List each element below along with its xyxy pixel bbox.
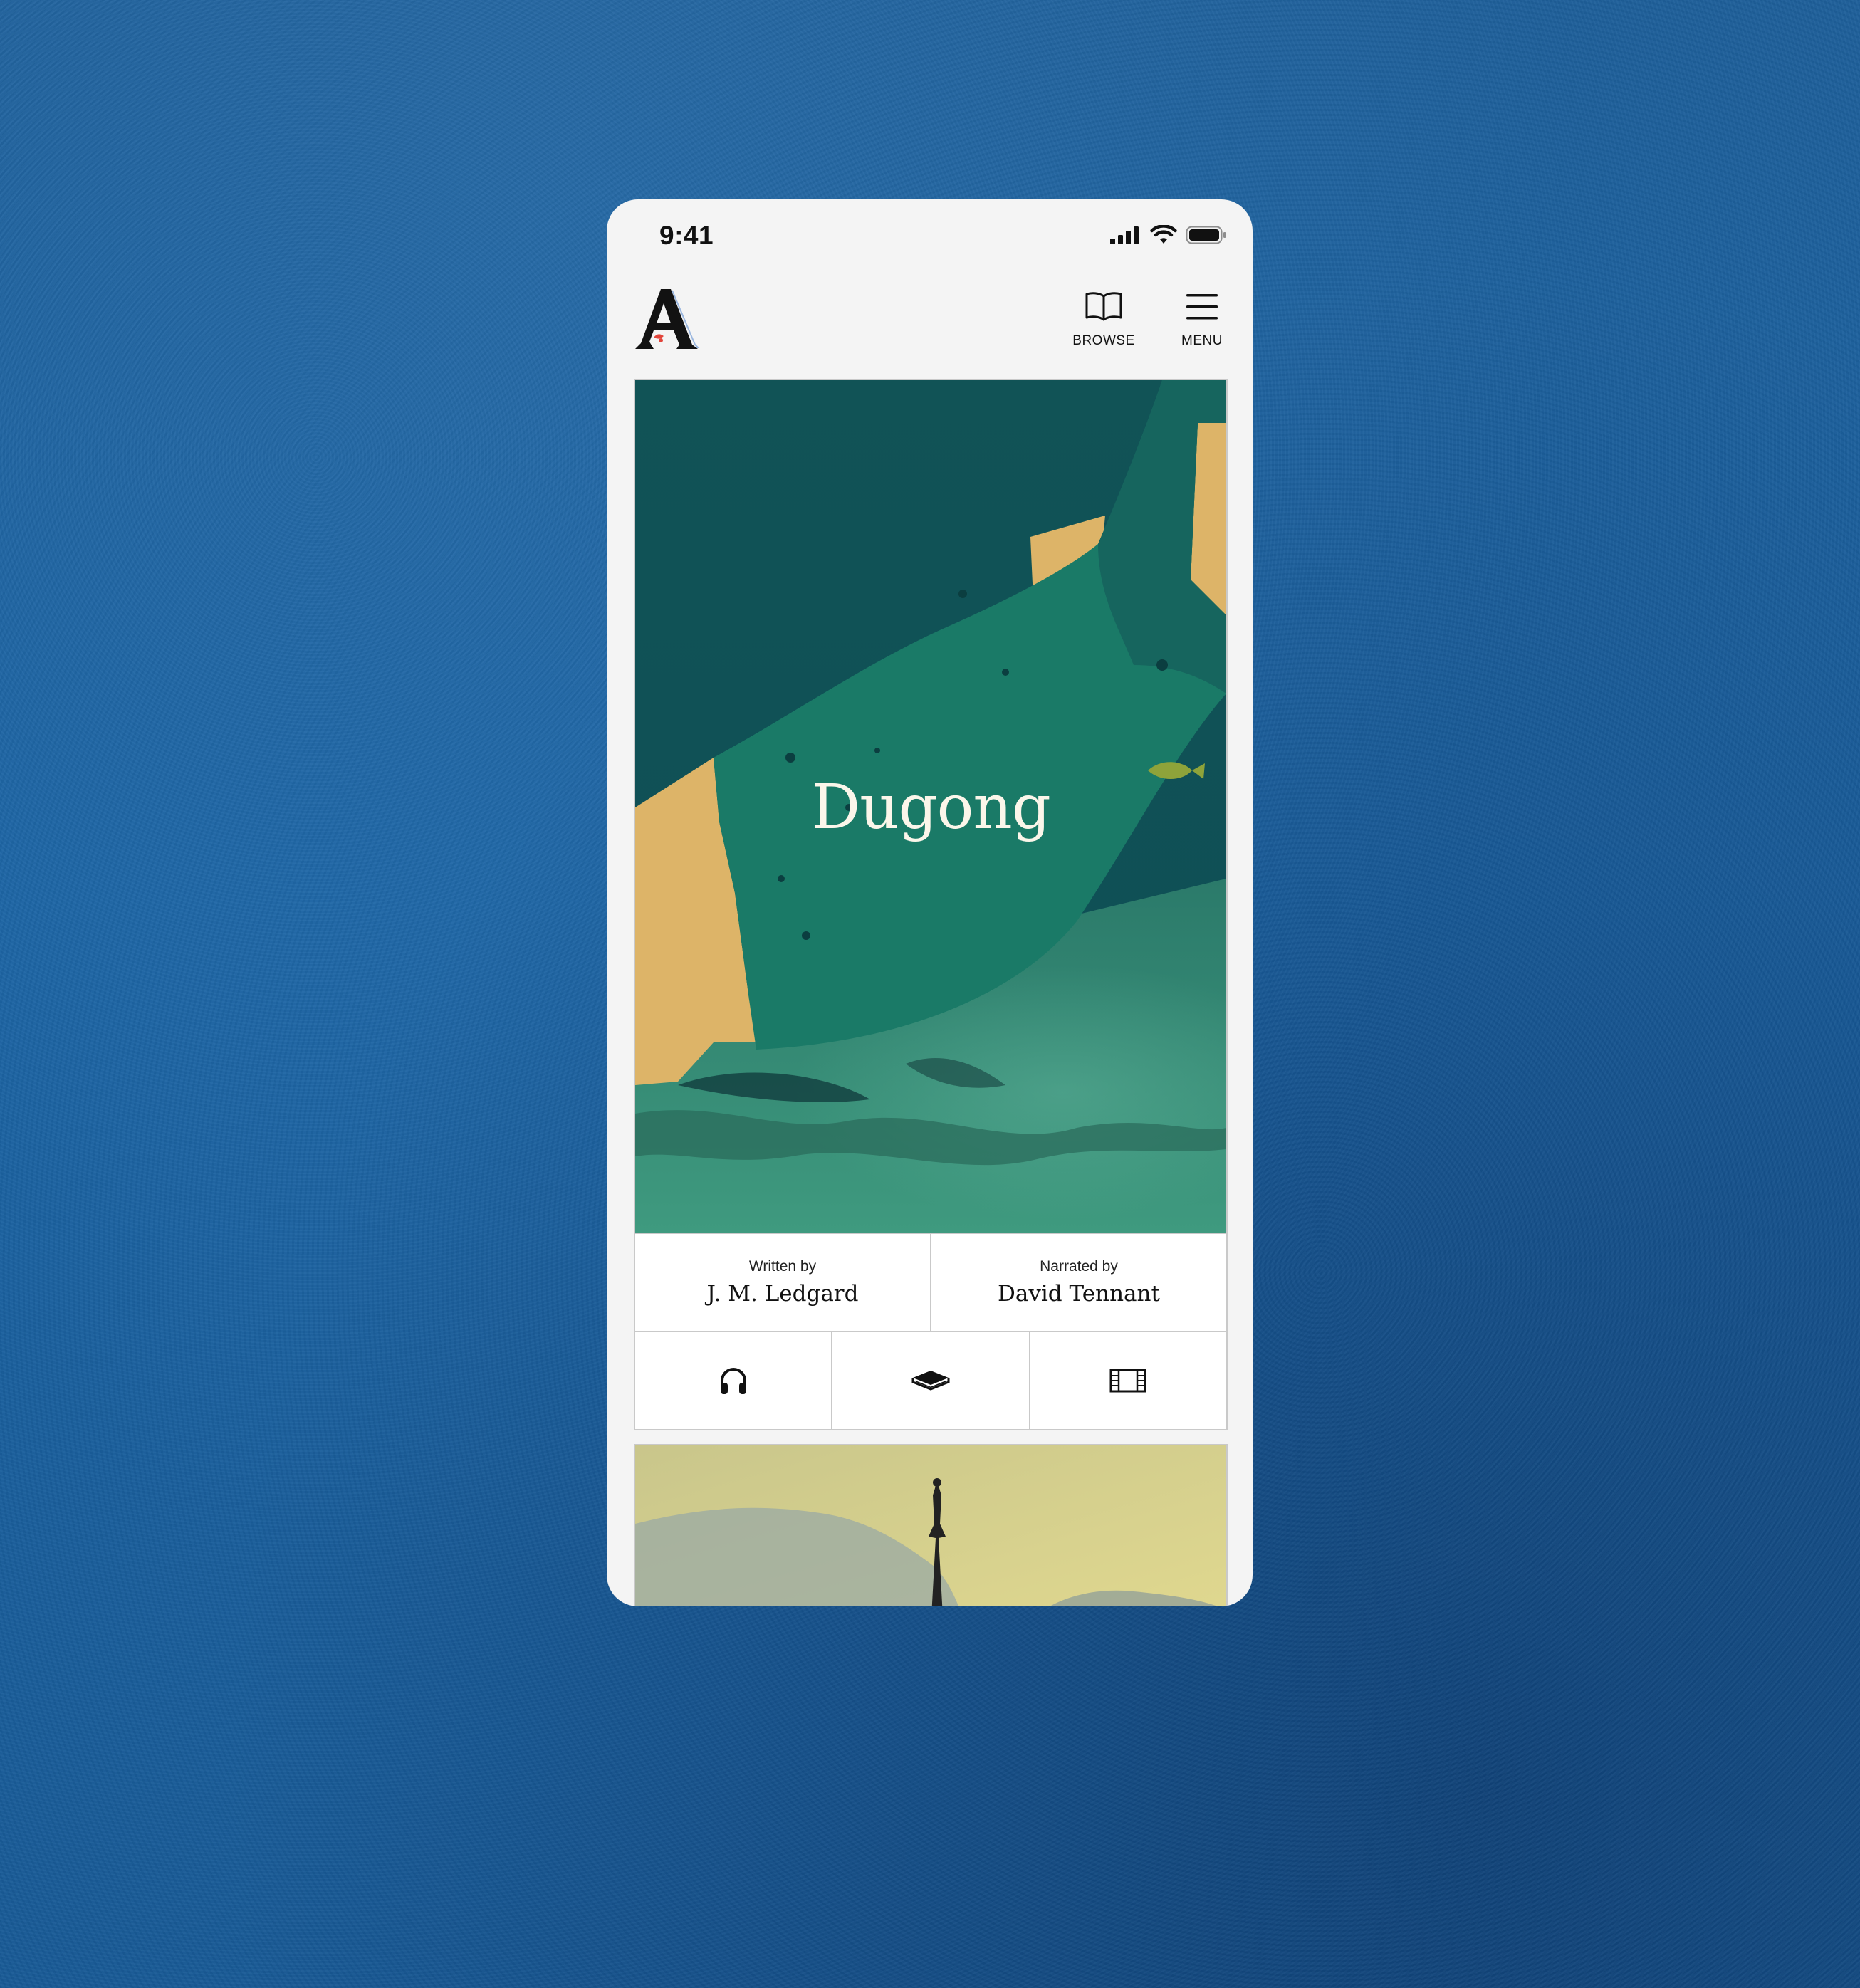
next-story-artwork xyxy=(635,1445,1226,1606)
signal-icon xyxy=(1110,226,1139,244)
status-time: 9:41 xyxy=(659,221,714,250)
format-row xyxy=(635,1331,1226,1429)
book-icon xyxy=(911,1371,950,1391)
cover-artwork[interactable]: Dugong xyxy=(635,380,1226,1233)
narrator-credit[interactable]: Narrated by David Tennant xyxy=(930,1234,1226,1331)
credits-row: Written by J. M. Ledgard Narrated by Dav… xyxy=(635,1233,1226,1331)
app-header: BROWSE MENU xyxy=(607,278,1253,384)
story-title: Dugong xyxy=(811,772,1051,843)
atlantic-a-logo[interactable] xyxy=(632,285,704,356)
next-story-card[interactable] xyxy=(634,1444,1228,1606)
menu-label: MENU xyxy=(1181,333,1223,348)
status-icons xyxy=(1110,225,1227,245)
status-bar: 9:41 xyxy=(607,199,1253,273)
narrated-by-label: Narrated by xyxy=(1040,1258,1118,1275)
wifi-icon xyxy=(1150,225,1177,244)
browse-label: BROWSE xyxy=(1072,333,1135,348)
watch-button[interactable] xyxy=(1028,1332,1226,1429)
open-book-icon xyxy=(1085,292,1122,321)
browse-button[interactable]: BROWSE xyxy=(1068,291,1139,349)
author-credit[interactable]: Written by J. M. Ledgard xyxy=(635,1234,930,1331)
author-name: J. M. Ledgard xyxy=(706,1281,859,1307)
menu-button[interactable]: MENU xyxy=(1166,291,1238,349)
battery-icon xyxy=(1186,226,1226,244)
story-card[interactable]: Dugong Written by J. M. Ledgard Narrated… xyxy=(634,379,1228,1430)
hamburger-icon xyxy=(1186,294,1218,320)
listen-button[interactable] xyxy=(635,1332,831,1429)
narrator-name: David Tennant xyxy=(998,1281,1160,1307)
read-button[interactable] xyxy=(831,1332,1028,1429)
written-by-label: Written by xyxy=(748,1258,817,1275)
film-icon xyxy=(1109,1369,1146,1393)
headphones-icon xyxy=(720,1368,746,1394)
phone-frame: 9:41 BROWSE MENU Dugong Written by J. M.… xyxy=(607,199,1253,1606)
